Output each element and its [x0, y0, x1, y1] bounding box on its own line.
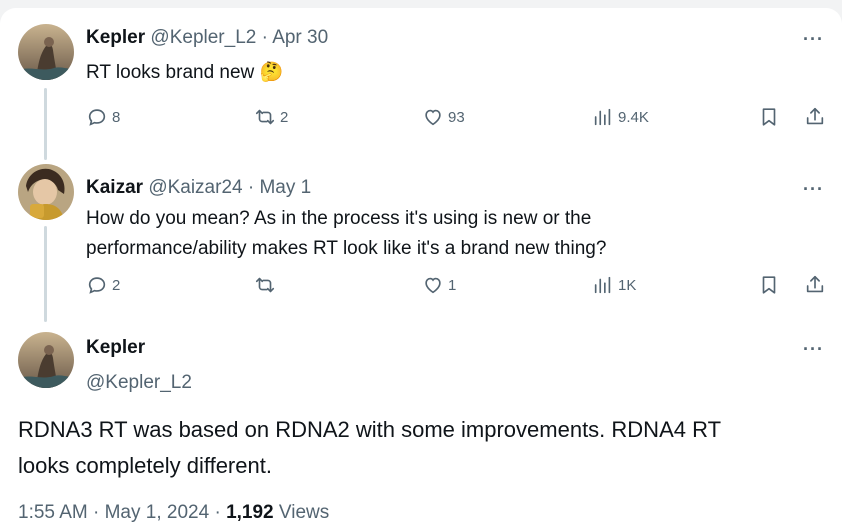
views-button[interactable]: 9.4K [592, 102, 649, 132]
more-options-icon[interactable]: ··· [803, 180, 824, 198]
bookmark-button[interactable] [758, 270, 780, 300]
user-handle[interactable]: @Kaizar24 [148, 177, 242, 198]
main-tweet-name: Kepler [86, 336, 145, 360]
views-count: 1K [618, 276, 637, 294]
heart-icon [425, 109, 441, 126]
share-icon [806, 275, 824, 293]
tweet-date[interactable]: Apr 30 [272, 27, 328, 48]
retweet-button[interactable]: 2 [254, 102, 288, 132]
display-name[interactable]: Kepler [86, 337, 145, 358]
reply-tweet[interactable]: Kaizar @Kaizar24 · May 1 ··· How do you … [0, 158, 842, 322]
display-name[interactable]: Kaizar [86, 177, 143, 198]
tweet-text-line: looks completely different. [18, 453, 272, 478]
user-handle[interactable]: @Kepler_L2 [150, 27, 256, 48]
like-button[interactable]: 1 [422, 270, 456, 300]
bookmark-icon [762, 108, 776, 126]
action-bar: 8 2 93 9.4K [86, 102, 826, 132]
main-tweet-text: RDNA3 RT was based on RDNA2 with some im… [18, 412, 818, 484]
avatar[interactable] [18, 24, 74, 80]
share-button[interactable] [804, 102, 826, 132]
more-options-icon[interactable]: ··· [803, 340, 824, 358]
tweet-full-date[interactable]: May 1, 2024 [105, 502, 210, 523]
views-count: 9.4K [618, 108, 649, 126]
views-button[interactable]: 1K [592, 270, 636, 300]
analytics-icon [594, 276, 611, 294]
retweet-count: 2 [280, 108, 289, 126]
share-button[interactable] [804, 270, 826, 300]
bookmark-button[interactable] [758, 102, 780, 132]
like-button[interactable]: 93 [422, 102, 465, 132]
like-count: 1 [448, 276, 457, 294]
tweet-text: RT looks brand new 🤔 [86, 58, 283, 88]
avatar[interactable] [18, 164, 74, 220]
tweet-metadata: 1:55 AM · May 1, 2024 · 1,192 Views [18, 502, 329, 524]
tweet-text-line: How do you mean? As in the process it's … [86, 208, 592, 229]
separator-dot: · [214, 502, 221, 523]
display-name[interactable]: Kepler [86, 27, 145, 48]
tweet-time[interactable]: 1:55 AM [18, 502, 88, 523]
tweet-text: How do you mean? As in the process it's … [86, 204, 606, 264]
retweet-icon [255, 277, 275, 293]
action-bar: 2 1 1K [86, 270, 826, 300]
avatar[interactable] [18, 332, 74, 388]
reply-icon [88, 277, 106, 294]
tweet-text-content: RT looks brand new [86, 62, 255, 83]
reply-tweet[interactable]: Kepler @Kepler_L2 · Apr 30 ··· RT looks … [0, 8, 842, 158]
bookmark-icon [762, 276, 776, 294]
thinking-emoji-icon: 🤔 [259, 62, 284, 83]
share-icon [806, 107, 824, 125]
reply-button[interactable]: 2 [86, 270, 120, 300]
reply-icon [88, 109, 106, 126]
separator-dot: · [261, 27, 268, 48]
separator-dot: · [93, 502, 100, 523]
views-count: 1,192 [226, 502, 274, 523]
analytics-icon [594, 108, 611, 126]
tweet-header: Kepler @Kepler_L2 · Apr 30 [86, 26, 328, 50]
reply-button[interactable]: 8 [86, 102, 120, 132]
retweet-icon [255, 109, 275, 125]
user-handle[interactable]: @Kepler_L2 [86, 372, 192, 394]
reply-count: 2 [112, 276, 121, 294]
tweet-thread-card: Kepler @Kepler_L2 · Apr 30 ··· RT looks … [0, 8, 842, 532]
reply-count: 8 [112, 108, 121, 126]
like-count: 93 [448, 108, 465, 126]
views-label: Views [278, 502, 330, 523]
retweet-button[interactable] [254, 270, 280, 300]
separator-dot: · [247, 177, 255, 198]
heart-icon [425, 277, 441, 294]
tweet-text-line: RDNA3 RT was based on RDNA2 with some im… [18, 417, 722, 442]
tweet-text-line: performance/ability makes RT look like i… [86, 238, 607, 259]
more-options-icon[interactable]: ··· [803, 30, 824, 48]
tweet-date[interactable]: May 1 [259, 177, 311, 198]
tweet-header: Kaizar @Kaizar24 · May 1 [86, 176, 311, 200]
